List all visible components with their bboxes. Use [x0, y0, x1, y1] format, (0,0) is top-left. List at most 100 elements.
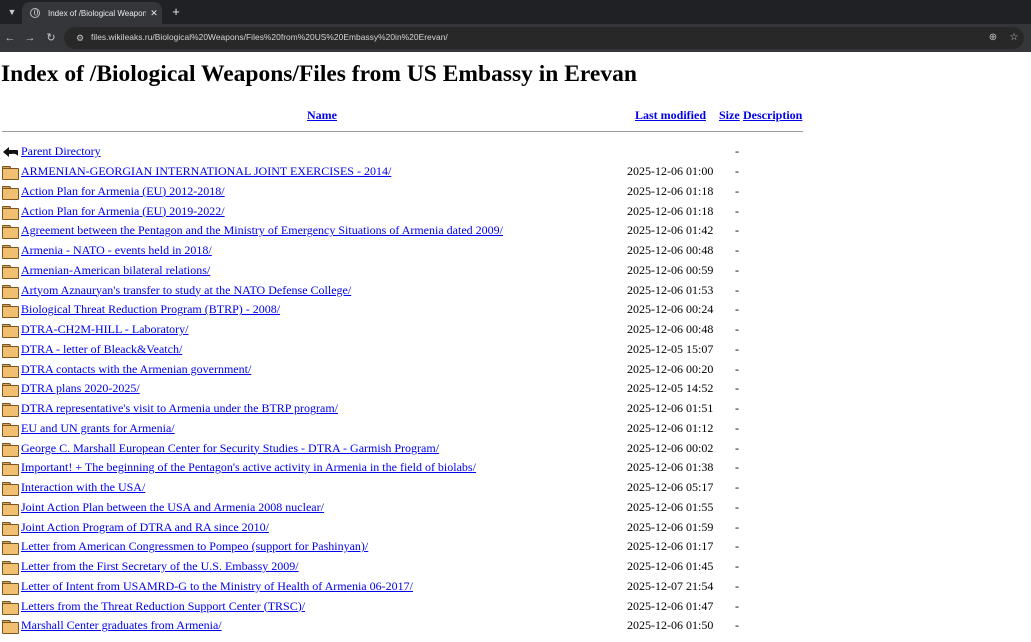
last-modified-cell: 2025-12-06 00:59	[627, 262, 714, 277]
folder-link[interactable]: George C. Marshall European Center for S…	[21, 441, 439, 456]
sort-by-description-link[interactable]: Description	[743, 108, 802, 122]
sort-by-last-modified-link[interactable]: Last modified	[635, 108, 706, 122]
size-cell: -	[735, 361, 739, 376]
folder-icon	[2, 243, 19, 259]
list-item: DTRA-CH2M-HILL - Laboratory/2025-12-06 0…	[0, 320, 810, 339]
folder-link[interactable]: Joint Action Plan between the USA and Ar…	[21, 500, 324, 515]
chevron-down-icon[interactable]: ▼	[3, 4, 21, 20]
last-modified-cell: 2025-12-06 01:38	[627, 460, 714, 475]
folder-link[interactable]: DTRA plans 2020-2025/	[21, 381, 140, 396]
folder-link[interactable]: Joint Action Program of DTRA and RA sinc…	[21, 520, 269, 535]
last-modified-cell: 2025-12-06 01:55	[627, 499, 714, 514]
last-modified-cell: 2025-12-06 00:48	[627, 322, 714, 336]
folder-link[interactable]: Letter from American Congressmen to Pomp…	[21, 539, 368, 554]
sort-by-name-link[interactable]: Name	[307, 108, 337, 122]
folder-icon	[2, 421, 19, 437]
last-modified-cell: 2025-12-06 01:42	[627, 223, 714, 238]
folder-link[interactable]: Action Plan for Armenia (EU) 2019-2022/	[21, 204, 225, 219]
last-modified-cell: 2025-12-07 21:54	[627, 578, 714, 593]
folder-icon	[2, 441, 19, 457]
last-modified-cell: 2025-12-05 14:52	[627, 381, 714, 396]
folder-icon	[2, 342, 19, 358]
folder-link[interactable]: EU and UN grants for Armenia/	[21, 421, 175, 436]
folder-link[interactable]: DTRA - letter of Bleack&Veatch/	[21, 342, 182, 357]
forward-arrow-icon[interactable]: →	[23, 31, 37, 45]
list-item: Agreement between the Pentagon and the M…	[0, 221, 810, 240]
size-cell: -	[735, 480, 739, 494]
last-modified-cell: 2025-12-06 00:48	[627, 243, 714, 257]
column-header-size: Size	[719, 108, 740, 123]
address-bar[interactable]: ⚙ files.wikileaks.ru/Biological%20Weapon…	[64, 27, 1024, 49]
column-header-name: Name	[307, 108, 337, 123]
globe-icon	[30, 8, 40, 18]
folder-link[interactable]: Interaction with the USA/	[21, 480, 145, 495]
folder-link[interactable]: Action Plan for Armenia (EU) 2012-2018/	[21, 184, 225, 199]
folder-link[interactable]: DTRA-CH2M-HILL - Laboratory/	[21, 322, 189, 337]
folder-link[interactable]: DTRA representative's visit to Armenia u…	[21, 401, 338, 416]
list-item: Letter from the First Secretary of the U…	[0, 557, 810, 576]
folder-link[interactable]: DTRA contacts with the Armenian governme…	[21, 362, 251, 377]
last-modified-cell: 2025-12-05 15:07	[627, 341, 714, 356]
folder-link[interactable]: Letter of Intent from USAMRD-G to the Mi…	[21, 579, 413, 594]
site-info-icon[interactable]: ⚙	[74, 32, 86, 44]
back-arrow-icon[interactable]: ←	[3, 31, 17, 45]
folder-icon	[2, 401, 19, 417]
last-modified-cell: 2025-12-06 01:17	[627, 539, 714, 554]
size-cell: -	[735, 420, 739, 435]
folder-icon	[2, 164, 19, 180]
folder-icon	[2, 302, 19, 319]
close-icon[interactable]: ✕	[148, 8, 160, 19]
size-cell: -	[735, 499, 739, 514]
size-cell: -	[735, 440, 739, 455]
folder-link[interactable]: Important! + The beginning of the Pentag…	[21, 460, 476, 475]
last-modified-cell: 2025-12-06 01:53	[627, 282, 714, 297]
size-cell: -	[735, 262, 739, 277]
list-item: EU and UN grants for Armenia/2025-12-06 …	[0, 419, 810, 438]
size-cell: -	[735, 381, 739, 396]
last-modified-cell: 2025-12-06 01:51	[627, 401, 714, 415]
new-tab-button[interactable]: +	[169, 4, 183, 20]
back-arrow-icon	[3, 147, 18, 157]
browser-tab[interactable]: Index of /Biological Weapons/F ✕	[22, 2, 162, 24]
last-modified-cell: 2025-12-06 00:24	[627, 302, 714, 317]
header-divider	[2, 131, 803, 132]
size-cell: -	[735, 223, 739, 238]
folder-link[interactable]: Armenia - NATO - events held in 2018/	[21, 243, 212, 258]
url-text[interactable]: files.wikileaks.ru/Biological%20Weapons/…	[91, 32, 448, 42]
parent-directory-row: Parent Directory -	[0, 142, 810, 161]
list-item: Important! + The beginning of the Pentag…	[0, 458, 810, 477]
folder-icon	[2, 223, 19, 240]
folder-link[interactable]: Letter from the First Secretary of the U…	[21, 559, 299, 574]
sort-by-size-link[interactable]: Size	[719, 108, 740, 122]
last-modified-cell: 2025-12-06 00:20	[627, 361, 714, 376]
folder-link[interactable]: Marshall Center graduates from Armenia/	[21, 618, 222, 633]
page-title: Index of /Biological Weapons/Files from …	[1, 61, 637, 87]
zoom-icon[interactable]: ⊕	[986, 31, 1000, 45]
size-cell: -	[735, 539, 739, 554]
folder-icon	[2, 500, 19, 516]
star-icon[interactable]: ☆	[1007, 31, 1021, 45]
folder-link[interactable]: Artyom Aznauryan's transfer to study at …	[21, 283, 351, 298]
folder-link[interactable]: Biological Threat Reduction Program (BTR…	[21, 302, 280, 317]
list-item: Joint Action Plan between the USA and Ar…	[0, 498, 810, 517]
last-modified-cell: 2025-12-06 00:02	[627, 440, 714, 455]
list-item: Letter of Intent from USAMRD-G to the Mi…	[0, 577, 810, 596]
folder-link[interactable]: Armenian-American bilateral relations/	[21, 263, 210, 278]
list-item: Armenia - NATO - events held in 2018/202…	[0, 241, 810, 260]
list-item: Artyom Aznauryan's transfer to study at …	[0, 281, 810, 300]
last-modified-cell: 2025-12-06 01:45	[627, 559, 714, 573]
list-item: Marshall Center graduates from Armenia/2…	[0, 616, 810, 635]
folder-icon	[2, 362, 19, 378]
tab-strip: ▼ Index of /Biological Weapons/F ✕ +	[0, 0, 1031, 24]
column-header-description: Description	[743, 108, 802, 123]
folder-link[interactable]: Letters from the Threat Reduction Suppor…	[21, 599, 305, 614]
folder-link[interactable]: ARMENIAN-GEORGIAN INTERNATIONAL JOINT EX…	[21, 164, 391, 179]
parent-directory-link[interactable]: Parent Directory	[21, 144, 101, 159]
reload-icon[interactable]: ↻	[44, 31, 58, 45]
folder-link[interactable]: Agreement between the Pentagon and the M…	[21, 223, 503, 238]
browser-chrome: ▼ Index of /Biological Weapons/F ✕ + ← →…	[0, 0, 1031, 52]
list-item: Biological Threat Reduction Program (BTR…	[0, 300, 810, 319]
page-content: Index of /Biological Weapons/Files from …	[0, 52, 1031, 642]
list-item: Action Plan for Armenia (EU) 2019-2022/2…	[0, 202, 810, 221]
list-item: DTRA contacts with the Armenian governme…	[0, 360, 810, 379]
